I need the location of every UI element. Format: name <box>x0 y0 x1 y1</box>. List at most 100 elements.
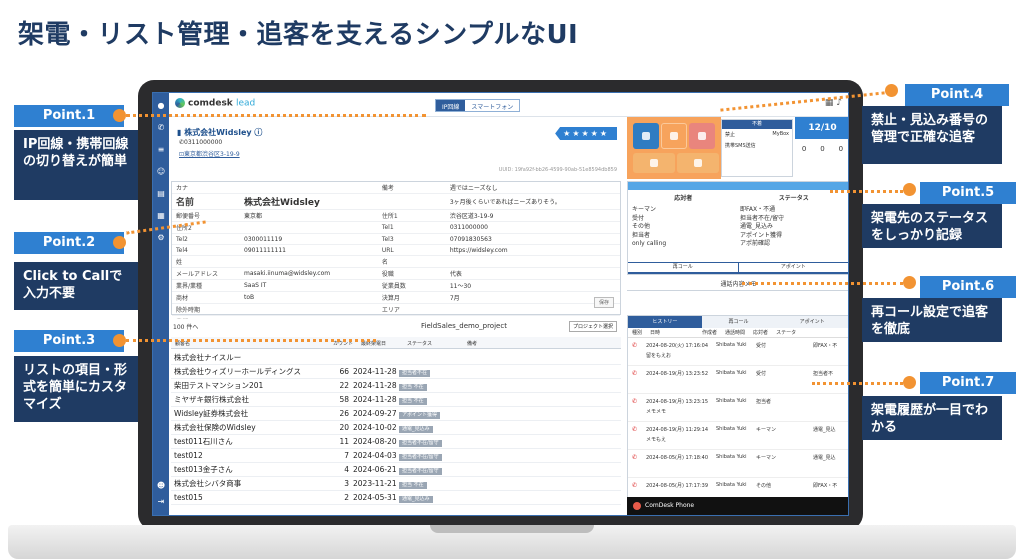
rating-stars[interactable]: ★★★★★ <box>555 127 617 140</box>
prev-button[interactable] <box>633 153 675 173</box>
history-row[interactable]: ✆ 2024-08-19(月) 13:23:52 Shibata Yuki 受付 担当者… <box>628 366 848 394</box>
next-button[interactable] <box>677 153 719 173</box>
callout-5-dot <box>903 183 916 196</box>
status-option[interactable]: 担当者不在/留守 <box>740 215 784 224</box>
logout-icon[interactable]: ⇥ <box>156 497 166 507</box>
detail-label: 姓 <box>172 255 240 268</box>
detail-value[interactable]: 0300011119 <box>240 233 378 245</box>
col-note[interactable]: 備考 <box>463 337 481 348</box>
company-address[interactable]: ⊡東京都渋谷区3-19-9 <box>179 149 240 158</box>
list-icon[interactable]: ≡ <box>156 145 166 155</box>
detail-value[interactable]: 渋谷区道3-19-9 <box>445 209 620 222</box>
detail-label: Tel1 <box>377 221 446 234</box>
recall-button[interactable]: 再コール <box>628 263 739 272</box>
list-last-call-date: 2024-04-03 <box>353 451 397 460</box>
chart-icon[interactable]: ▤ <box>156 189 166 199</box>
tab-history[interactable]: ヒストリー <box>628 316 702 328</box>
tab-appointment[interactable]: アポイント <box>775 316 848 328</box>
detail-value[interactable]: 09011111111 <box>240 244 378 256</box>
tab-smartphone[interactable]: スマートフォン <box>465 100 520 111</box>
appointment-button[interactable]: アポイント <box>739 263 849 272</box>
detail-value[interactable]: masaki.iinuma@widsley.com <box>240 267 378 280</box>
home-icon[interactable]: ● <box>156 101 166 111</box>
settings-icon[interactable]: ⚙ <box>156 233 166 243</box>
team-icon[interactable]: ☻ <box>156 481 166 491</box>
respondent-option[interactable]: 担当者 <box>632 232 666 241</box>
detail-value[interactable]: 株式会社Widsley <box>240 193 378 210</box>
save-button[interactable]: 保存 <box>593 297 614 308</box>
detail-value[interactable]: 11〜30 <box>445 279 620 292</box>
ban-button[interactable]: 禁止 <box>725 131 735 138</box>
callout-6-dot <box>903 276 916 289</box>
respondent-option[interactable]: その他 <box>632 223 666 232</box>
history-row[interactable]: ✆ 2024-08-05(月) 17:18:40 Shibata Yuki キーマン 通… <box>628 450 848 478</box>
hangup-button[interactable] <box>689 123 715 149</box>
list-item[interactable]: Widsley証券株式会社 26 2024-09-27 アポイント獲得 <box>171 407 621 421</box>
detail-value[interactable] <box>445 255 620 268</box>
status-option[interactable]: アポ前確認 <box>740 240 784 249</box>
list-item[interactable]: 株式会社シバタ商事 3 2023-11-21 担当 不在 <box>171 477 621 491</box>
detail-value[interactable]: 0311000000 <box>445 221 620 234</box>
phone-bar[interactable]: ComDesk Phone <box>627 497 848 515</box>
history-row[interactable]: ✆ 2024-08-19(月) 13:23:15 Shibata Yuki 担当者 メモ… <box>628 394 848 422</box>
list-status-cell <box>399 351 459 364</box>
call-button[interactable] <box>633 123 659 149</box>
company-tel-text[interactable]: 0311000000 <box>184 139 222 146</box>
list-item[interactable]: ミヤザキ銀行株式会社 58 2024-11-28 担当 不在 <box>171 393 621 407</box>
status-option[interactable]: 通電_見込み <box>740 223 784 232</box>
detail-value[interactable] <box>240 303 378 316</box>
history-respondent: キーマン <box>756 427 777 433</box>
respondent-option[interactable]: キーマン <box>632 206 666 215</box>
detail-value[interactable] <box>240 221 378 234</box>
list-item[interactable]: 株式会社ナイスルー <box>171 351 621 365</box>
detail-value[interactable] <box>240 182 378 194</box>
project-select-button[interactable]: プロジェクト選択 <box>568 321 617 332</box>
pause-button[interactable] <box>661 123 687 149</box>
tab-recall[interactable]: 再コール <box>701 316 776 328</box>
company-address-text[interactable]: 東京都渋谷区3-19-9 <box>184 151 240 158</box>
logo-text: comdesk <box>188 98 233 109</box>
detail-value[interactable]: 代表 <box>445 267 620 280</box>
list-item[interactable]: test013金子さん 4 2024-06-21 担当者不在/留守 <box>171 463 621 477</box>
phone-icon[interactable]: ✆ <box>156 123 166 133</box>
control-header[interactable]: 不着 <box>722 120 792 129</box>
detail-value[interactable]: 3ヶ月後くらいであればニーズありそう。 <box>445 193 620 210</box>
col-status[interactable]: ステータス <box>403 337 463 348</box>
calendar-icon[interactable]: ▦ <box>156 211 166 221</box>
control-panel: 不着 禁止 MyBox 携帯SMS送信 <box>721 119 793 177</box>
list-item[interactable]: 株式会社保険のWidsley 20 2024-10-02 通電_見込み <box>171 421 621 435</box>
tab-ip-line[interactable]: IP回線 <box>436 100 466 111</box>
respondent-option[interactable]: 受付 <box>632 215 666 224</box>
history-row[interactable]: ✆ 2024-08-19(月) 11:29:14 Shibata Yuki キーマン 通… <box>628 422 848 450</box>
list-item[interactable]: 株式会社ウィズリーホールディングス 66 2024-11-28 担当者不在 <box>171 365 621 379</box>
history-memo: メモメモ <box>646 409 667 415</box>
status-option[interactable]: 即FAX・不通 <box>740 206 784 215</box>
customer-list: 株式会社ナイスルー 株式会社ウィズリーホールディングス 66 2024-11-28 担当… <box>171 351 621 511</box>
status-badge: 通電_見込み <box>399 426 433 433</box>
list-item[interactable]: 柴田テストマンション201 22 2024-11-28 担当 不在 <box>171 379 621 393</box>
list-item[interactable]: test015 2 2024-05-31 通電_見込み <box>171 491 621 505</box>
phone-bar-label: ComDesk Phone <box>645 502 695 509</box>
users-icon[interactable]: ☺ <box>156 167 166 177</box>
detail-value[interactable]: 週ではニーズなし <box>445 182 620 194</box>
history-row[interactable]: ✆ 2024-08-20(火) 17:16:04 Shibata Yuki 受付 即FA… <box>628 338 848 366</box>
detail-value[interactable]: https://widsley.com <box>445 244 620 256</box>
status-option[interactable]: アポイント獲得 <box>740 232 784 241</box>
list-last-call-date: 2024-06-21 <box>353 465 397 474</box>
history-list: ✆ 2024-08-20(火) 17:16:04 Shibata Yuki 受付 即FA… <box>628 338 848 506</box>
company-tel[interactable]: ✆0311000000 <box>179 139 222 146</box>
detail-value[interactable]: 東京都 <box>240 209 378 222</box>
sms-button[interactable]: 携帯SMS送信 <box>725 142 756 149</box>
detail-value[interactable]: SaaS IT <box>240 279 378 292</box>
callout-5-text: 架電先のステータスをしっかり記録 <box>862 204 1002 248</box>
detail-value[interactable] <box>240 255 378 268</box>
detail-row: 除外時期 エリア <box>172 303 620 316</box>
counter-value: 12/10 <box>795 117 848 139</box>
list-count[interactable]: 100 件へ <box>173 322 198 331</box>
mybox-button[interactable]: MyBox <box>772 131 789 138</box>
detail-value[interactable]: toB <box>240 291 378 304</box>
list-item[interactable]: test011石川さん 11 2024-08-20 担当者不在/留守 <box>171 435 621 449</box>
list-item[interactable]: test012 7 2024-04-03 担当者不在/留守 <box>171 449 621 463</box>
respondent-option[interactable]: only calling <box>632 240 666 249</box>
detail-value[interactable]: 07091830563 <box>445 233 620 245</box>
